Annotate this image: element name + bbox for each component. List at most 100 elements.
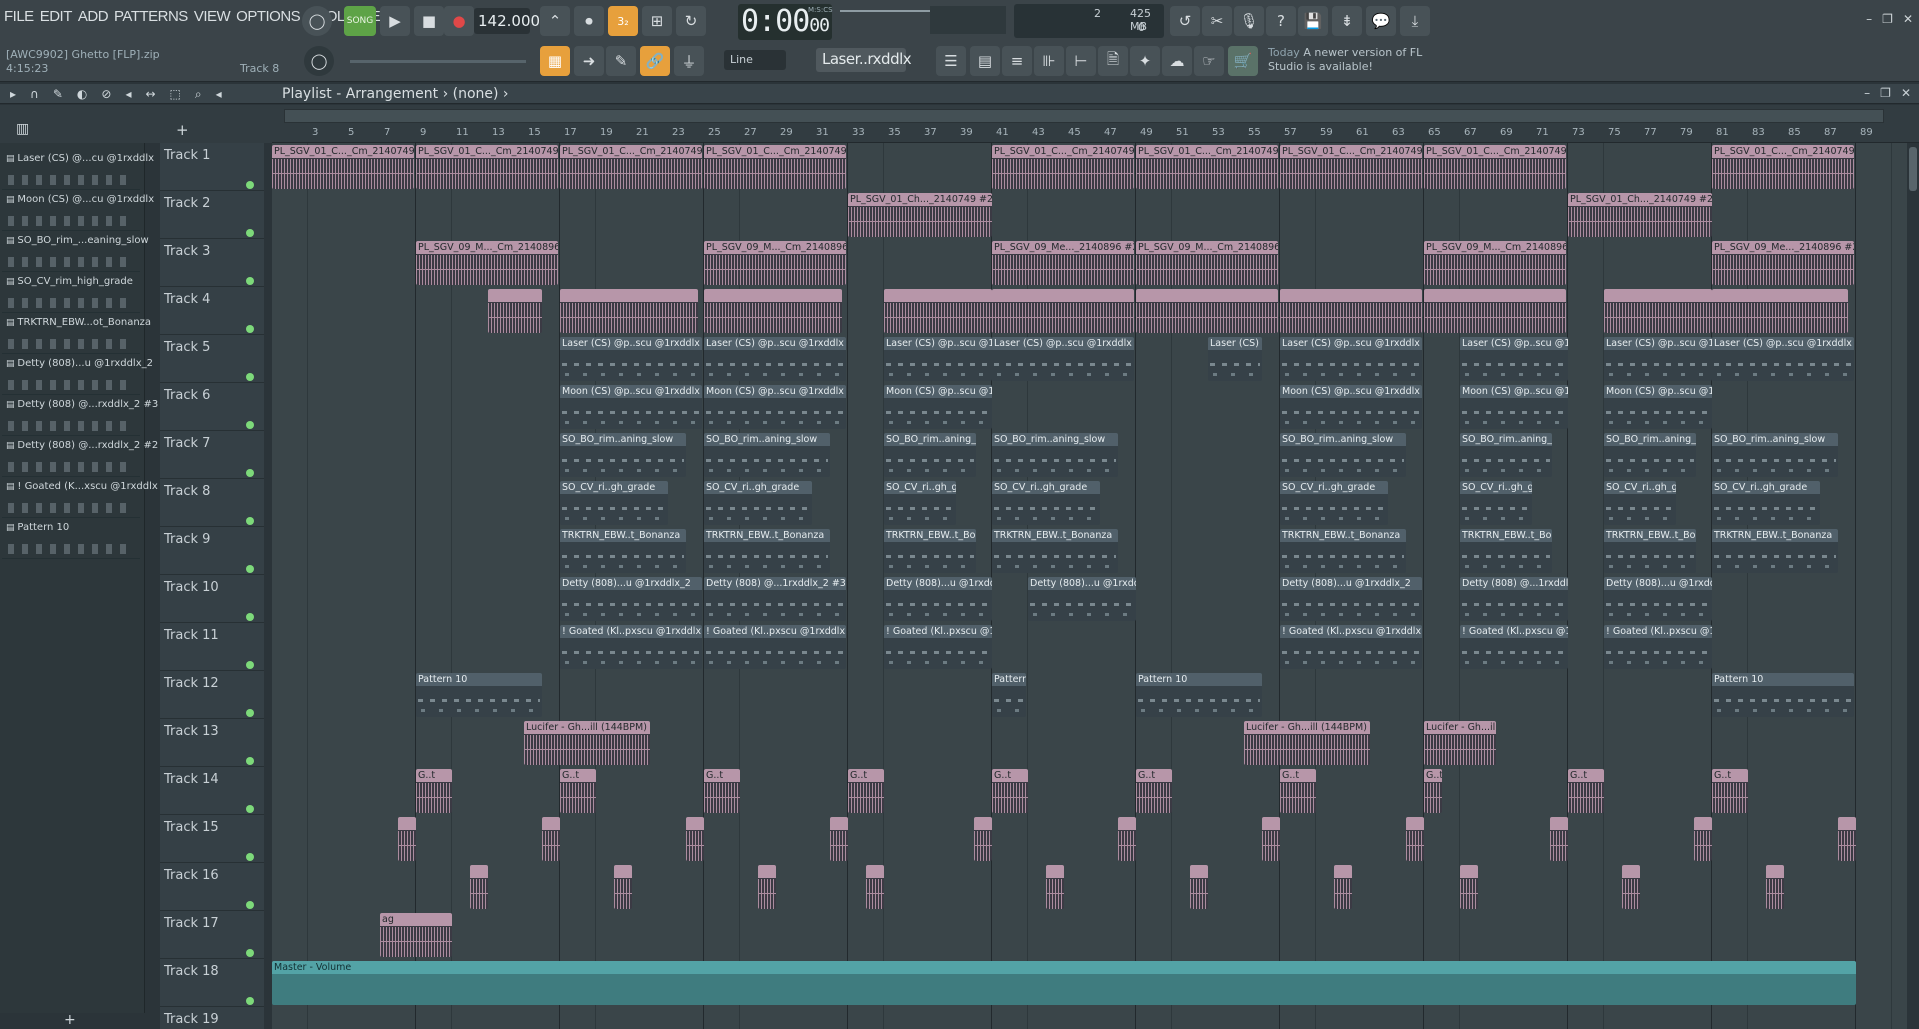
track-header[interactable]: Track 7 [160,431,264,479]
audio-clip[interactable] [614,865,632,909]
cut-icon[interactable]: ✂ [1202,6,1232,36]
pattern-clip[interactable]: SO_CV_ri..gh_grade [884,481,956,525]
audio-clip[interactable] [1622,865,1640,909]
track-header[interactable]: Track 10 [160,575,264,623]
track-enable-led[interactable] [246,469,254,477]
pattern-clip[interactable]: Pattern 10 [416,673,542,717]
track-header[interactable]: Track 9 [160,527,264,575]
audio-clip[interactable]: ag [380,913,452,957]
magnet-icon[interactable]: ∩ [30,87,39,102]
shop-icon[interactable]: 🛒 [1228,46,1258,76]
track-header[interactable]: Track 12 [160,671,264,719]
audio-clip[interactable] [830,817,848,861]
step-edit-icon[interactable]: 3₂ [608,6,638,36]
track-header[interactable]: Track 17 [160,911,264,959]
pattern-clip[interactable]: Laser (CS) @p..scu @1rxddlx [1460,337,1568,381]
pattern-selector[interactable]: Laser..rxddlx [816,48,912,72]
track-header[interactable]: Track 19 [160,1007,264,1029]
audio-clip[interactable]: Lucifer - Gh...ill (144BPM) [1424,721,1496,765]
tempo-display[interactable]: 142.000 [474,8,540,34]
pattern-clip[interactable]: SO_CV_ri..gh_grade [560,481,668,525]
picker-item[interactable]: Pattern 10 [2,520,140,559]
arrangement-name[interactable]: (none) [453,86,499,102]
channel-rack-icon[interactable]: ▤ [970,46,1000,76]
audio-clip[interactable]: Lucifer - Gh...ill (144BPM) [524,721,650,765]
close-icon[interactable]: ✕ [1903,12,1913,26]
picker-item[interactable]: ! Goated (K...xscu @1rxddlx [2,479,158,518]
track-header[interactable]: Track 18 [160,959,264,1007]
playback-icon[interactable]: ◂ [216,87,222,102]
audio-clip[interactable] [866,865,884,909]
pattern-clip[interactable]: Laser (CS) @p..scu @1rxddlx [704,337,846,381]
link-icon[interactable]: 🔗 [640,46,670,76]
pattern-clip[interactable]: ! Goated (Kl..pxscu @1rxddlx [1604,625,1712,669]
picker-item[interactable]: Detty (808) @...rxddlx_2 #2 [2,438,158,477]
automation-clip[interactable]: Master - Volume [272,961,1856,1005]
pattern-clip[interactable]: Detty (808)...u @1rxddlx_2 [884,577,992,621]
pattern-clip[interactable]: SO_BO_rim..aning_slow [884,433,976,477]
undo-icon[interactable]: ↺ [1170,6,1200,36]
track-enable-led[interactable] [246,949,254,957]
play-button[interactable]: ▶ [380,6,410,36]
audio-clip[interactable]: PL_SGV_01_Ch..._2140749 #2 [848,193,992,237]
chat-icon[interactable]: 💬 [1366,6,1396,36]
audio-clip[interactable] [488,289,542,333]
track-enable-led[interactable] [246,805,254,813]
news-panel[interactable]: Today A newer version of FL Studio is av… [1268,46,1440,76]
metronome-icon[interactable]: ⌃ [540,6,570,36]
pattern-clip[interactable]: Pattern 10 [1136,673,1262,717]
pattern-clip[interactable]: SO_BO_rim..aning_slow [992,433,1118,477]
master-volume-knob[interactable]: ◯ [302,6,332,36]
main-volume-slider[interactable] [350,60,526,63]
pattern-clip[interactable]: TRKTRN_EBW..t_Bonanza [1604,529,1696,573]
audio-clip[interactable]: PL_SGV_09_M..._Cm_2140896 [416,241,558,285]
track-header[interactable]: Track 6 [160,383,264,431]
audio-clip[interactable] [1406,817,1424,861]
audio-clip[interactable]: G..t [1712,769,1748,813]
audio-clip[interactable]: G..t [1136,769,1172,813]
track-enable-led[interactable] [246,181,254,189]
pattern-clip[interactable]: SO_BO_rim..aning_slow [704,433,830,477]
audio-clip[interactable] [758,865,776,909]
pen-icon[interactable]: ✎ [606,46,636,76]
pattern-clip[interactable]: Moon (CS) @p..scu @1rxddlx [704,385,846,429]
audio-clip[interactable]: G..t [416,769,452,813]
audio-clip[interactable]: G..t [1424,769,1442,813]
file-icon[interactable]: 🗎 [1098,46,1128,76]
slip-icon[interactable]: ↔ [145,87,155,102]
audio-clip[interactable] [542,817,560,861]
pattern-clip[interactable]: Laser (CS) @p..scu @1rxddlx [884,337,992,381]
track-header[interactable]: Track 16 [160,863,264,911]
pattern-clip[interactable]: Detty (808)...u @1rxddlx_2 [1604,577,1712,621]
audio-clip[interactable] [1136,289,1278,333]
track-enable-led[interactable] [246,709,254,717]
picker-item[interactable]: Detty (808)...u @1rxddlx_2 [2,356,153,395]
help-icon[interactable]: ? [1266,6,1296,36]
timeline-ruler[interactable]: 3 5 7 9 11 13 15 17 19 21 23 25 27 29 31 33 35 37 39 41 43 45… [272,126,1919,143]
menu-add[interactable]: ADD [78,8,109,25]
track-enable-led[interactable] [246,229,254,237]
pattern-clip[interactable]: TRKTRN_EBW..t_Bonanza [1712,529,1838,573]
blend-notes-icon[interactable]: ⊞ [642,6,672,36]
pattern-clip[interactable]: Laser (CS) @p..scu @1rxddlx [992,337,1134,381]
audio-clip[interactable]: PL_SGV_01_C..._Cm_2140749 [992,145,1134,189]
audio-clip[interactable] [704,289,842,333]
track-header[interactable]: Track 8 [160,479,264,527]
audio-clip[interactable]: PL_SGV_01_C..._Cm_2140749 [416,145,558,189]
track-header[interactable]: Track 4 [160,287,264,335]
draw-icon[interactable]: ✎ [53,87,63,102]
pattern-clip[interactable]: SO_CV_ri..gh_grade [992,481,1100,525]
delete-icon[interactable]: ⊘ [101,87,111,102]
audio-clip[interactable]: G..t [992,769,1028,813]
pattern-clip[interactable]: SO_CV_ri..gh_grade [704,481,812,525]
audio-clip[interactable]: PL_SGV_01_C..._Cm_2140749 [1424,145,1566,189]
mic-icon[interactable]: 🎙 [1234,6,1264,36]
audio-clip[interactable] [1460,865,1478,909]
pattern-clip[interactable]: TRKTRN_EBW..t_Bonanza [884,529,976,573]
track-header[interactable]: Track 11 [160,623,264,671]
audio-clip[interactable]: G..t [560,769,596,813]
scroll-thumb[interactable] [1909,147,1917,191]
audio-clip[interactable]: G..t [704,769,740,813]
pattern-clip[interactable]: TRKTRN_EBW..t_Bonanza [992,529,1118,573]
menu-options[interactable]: OPTIONS [236,8,301,25]
